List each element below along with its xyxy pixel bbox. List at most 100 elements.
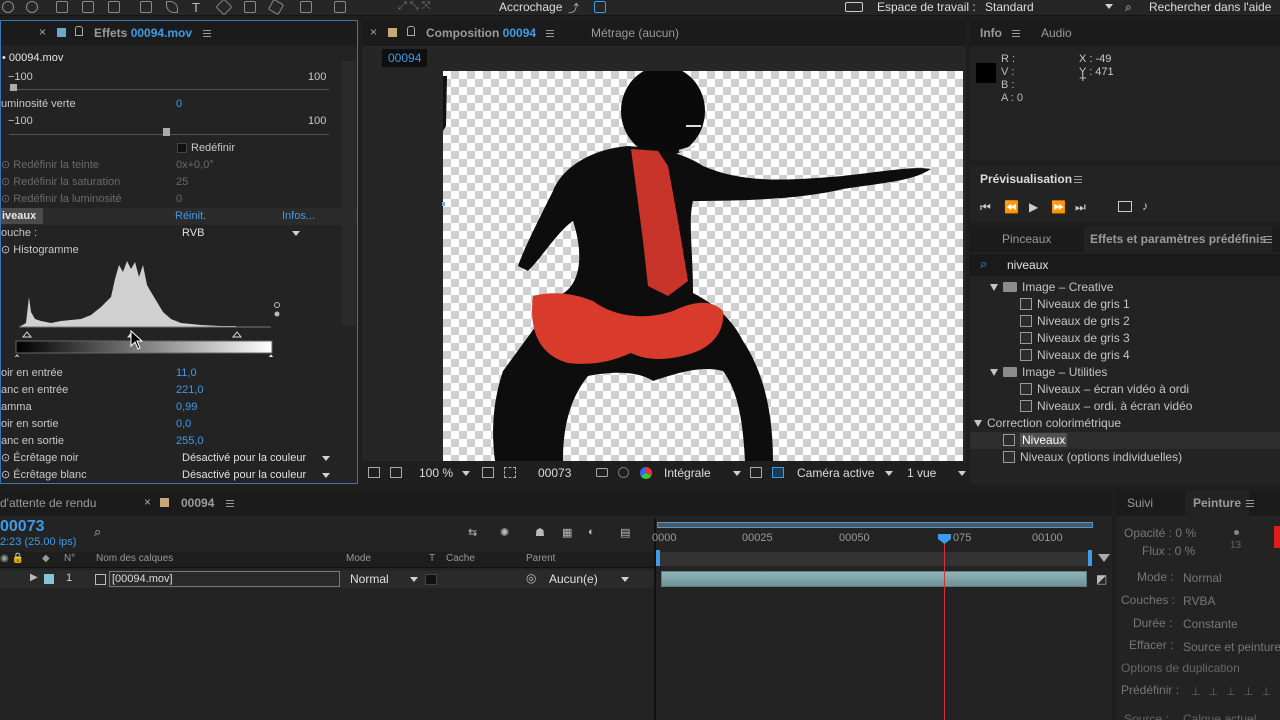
gamma-value[interactable]: 0,99: [176, 399, 197, 415]
monitor-icon[interactable]: [390, 467, 402, 478]
tab-metrage[interactable]: Métrage (aucun): [591, 20, 679, 46]
views-select[interactable]: 1 vue: [907, 466, 936, 480]
pan-behind-tool-icon[interactable]: [108, 1, 120, 13]
comp-mini-flowchart-icon[interactable]: ⇆: [468, 526, 477, 539]
preview-toggle-icon[interactable]: [368, 467, 380, 478]
redefinir-checkbox[interactable]: [177, 143, 187, 153]
tree-preset[interactable]: Niveaux de gris 1: [1020, 296, 1130, 313]
close-icon[interactable]: ×: [144, 495, 151, 509]
resolution-select[interactable]: Intégrale: [664, 466, 711, 480]
region-icon[interactable]: [482, 467, 494, 478]
tab-audio[interactable]: Audio: [1041, 20, 1072, 46]
current-time[interactable]: 00073: [538, 466, 571, 480]
play-icon[interactable]: ▶: [1029, 200, 1038, 214]
chevron-down-icon[interactable]: [958, 471, 966, 476]
col-layer-name[interactable]: Nom des calques: [96, 553, 173, 564]
close-icon[interactable]: ×: [39, 25, 46, 39]
playhead-line[interactable]: [944, 534, 945, 720]
noir-entree-value[interactable]: 11,0: [176, 365, 197, 381]
time-navigator[interactable]: [657, 552, 1091, 566]
tree-preset[interactable]: Niveaux – ordi. à écran vidéo: [1020, 398, 1192, 415]
histogram-chart[interactable]: [11, 257, 286, 357]
paint-duree-select[interactable]: Constante: [1183, 617, 1238, 631]
flux-value[interactable]: Flux : 0 %: [1142, 544, 1195, 558]
layer-lock-icon[interactable]: ◩: [1096, 572, 1107, 586]
search-icon[interactable]: ⌕: [94, 524, 101, 540]
paint-effacer-select[interactable]: Source et peinture: [1183, 640, 1280, 654]
comp-viewer[interactable]: [443, 71, 963, 461]
effects-search-input[interactable]: niveaux: [1007, 258, 1048, 272]
output-white-handle[interactable]: [267, 354, 275, 357]
snapping-toggle-icon[interactable]: ⤴: [568, 0, 579, 16]
slider2-thumb[interactable]: [163, 128, 170, 136]
search-icon[interactable]: ⌕: [1125, 0, 1132, 15]
tree-effect[interactable]: Niveaux (options individuelles): [1003, 449, 1182, 466]
input-white-handle[interactable]: [231, 331, 243, 338]
menu-icon[interactable]: [203, 30, 211, 37]
puppet-tool-icon[interactable]: [334, 1, 346, 13]
transparency-grid-icon[interactable]: [504, 467, 516, 478]
tree-folder[interactable]: Image – Utilities: [990, 364, 1107, 381]
effects-search-box[interactable]: ⌕ niveaux: [970, 254, 1280, 276]
stamp-tool-icon[interactable]: [244, 1, 256, 13]
show-snapshot-icon[interactable]: [618, 467, 629, 478]
tab-composition[interactable]: Composition 00094: [426, 20, 536, 46]
speaker-icon[interactable]: ♪: [1142, 199, 1148, 213]
slider1-track[interactable]: [9, 89, 329, 90]
track-matte-checkbox[interactable]: [425, 574, 437, 585]
playhead-handle[interactable]: [938, 534, 951, 544]
help-search-input[interactable]: Rechercher dans l'aide: [1149, 0, 1271, 14]
layer-duration-bar[interactable]: [661, 571, 1087, 587]
next-frame-icon[interactable]: ⏩: [1051, 200, 1066, 214]
comp-marker-bin-icon[interactable]: [1098, 554, 1110, 562]
tab-info[interactable]: Info: [980, 20, 1002, 46]
clone-preset-icons[interactable]: ⊥⊥⊥⊥⊥: [1191, 685, 1279, 698]
tree-folder[interactable]: Image – Creative: [990, 279, 1113, 296]
camera-select[interactable]: Caméra active: [797, 466, 874, 480]
close-icon[interactable]: ×: [370, 25, 377, 39]
lock-icon[interactable]: [75, 26, 83, 36]
effect-controls-scrollbar[interactable]: [342, 61, 356, 326]
menu-icon[interactable]: [1012, 30, 1020, 37]
lock-icon[interactable]: [407, 26, 415, 36]
roto-brush-tool-icon[interactable]: [300, 1, 312, 13]
tree-preset[interactable]: Niveaux de gris 2: [1020, 313, 1130, 330]
chevron-down-icon[interactable]: [885, 471, 893, 476]
snap-options-icon[interactable]: [594, 1, 606, 13]
tab-effects[interactable]: Effets 00094.mov: [94, 21, 192, 45]
zoom-select[interactable]: 100 %: [419, 466, 453, 480]
work-area-bar[interactable]: [657, 522, 1093, 528]
snapshot-icon[interactable]: [596, 468, 608, 477]
paint-source-select[interactable]: Calque actuel: [1183, 712, 1256, 720]
tab-comp-timeline[interactable]: 00094: [181, 490, 214, 516]
table-row[interactable]: ▶ 1 [00094.mov] Normal ◎ Aucun(e): [0, 570, 655, 588]
menu-icon[interactable]: [1246, 500, 1254, 507]
paint-couches-select[interactable]: RVBA: [1183, 594, 1215, 608]
work-area-end-handle[interactable]: [1088, 550, 1092, 566]
menu-icon[interactable]: [1264, 236, 1272, 243]
ecretage-blanc-select[interactable]: Désactivé pour la couleur: [182, 468, 332, 483]
workspace-select[interactable]: Standard: [985, 0, 1115, 14]
graph-editor-icon[interactable]: ▤: [620, 526, 630, 539]
chevron-down-icon[interactable]: [462, 471, 470, 476]
draft-3d-icon[interactable]: ✺: [500, 526, 509, 539]
timeline-timecode[interactable]: 00073: [0, 518, 45, 536]
histogram-option-dot[interactable]: [274, 311, 280, 317]
opacity-value[interactable]: Opacité : 0 %: [1124, 526, 1196, 540]
hand-tool-icon[interactable]: [2, 1, 14, 13]
prev-frame-icon[interactable]: ⏪: [1004, 200, 1019, 214]
chevron-down-icon[interactable]: [733, 471, 741, 476]
menu-icon[interactable]: [1074, 176, 1082, 183]
tab-effets-presets[interactable]: Effets et paramètres prédéfinis: [1084, 226, 1273, 252]
paint-mode-select[interactable]: Normal: [1183, 571, 1222, 585]
axis-mode-icon[interactable]: ⤢ ⤡ ⤧: [398, 0, 431, 13]
tab-pinceaux[interactable]: Pinceaux: [1002, 226, 1051, 252]
work-area-start-handle[interactable]: [656, 550, 660, 566]
brush-tool-icon[interactable]: [215, 0, 233, 16]
tab-peinture[interactable]: Peinture: [1185, 490, 1250, 516]
slider1-thumb[interactable]: [10, 84, 17, 91]
pen-tool-icon[interactable]: [166, 1, 178, 13]
camera-tool-icon[interactable]: [82, 1, 94, 13]
expand-layer-icon[interactable]: ▶: [30, 572, 38, 583]
foreground-color-swatch[interactable]: [1274, 526, 1280, 548]
